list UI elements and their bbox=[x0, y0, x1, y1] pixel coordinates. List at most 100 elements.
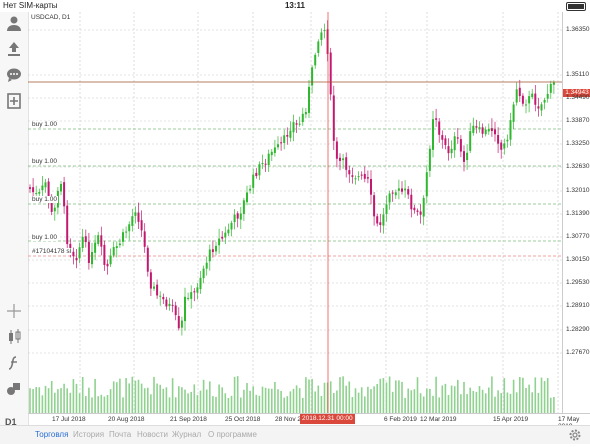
tab-journal[interactable]: Журнал bbox=[172, 430, 201, 439]
date-tick-label: 6 Feb 2019 bbox=[384, 416, 417, 423]
volume-bar bbox=[413, 389, 416, 413]
volume-bar bbox=[466, 394, 468, 413]
volume-bar bbox=[286, 396, 289, 413]
candle-body bbox=[401, 188, 403, 192]
tab-news[interactable]: Новости bbox=[137, 430, 168, 439]
volume-bar bbox=[472, 391, 475, 413]
candle-body bbox=[162, 297, 165, 300]
volume-bar bbox=[543, 381, 546, 413]
tab-trade[interactable]: Торговля bbox=[35, 430, 68, 439]
candle-body bbox=[363, 173, 366, 179]
candle-body bbox=[342, 158, 345, 161]
candle-body bbox=[177, 316, 180, 329]
volume-bar bbox=[106, 394, 109, 413]
candle-body bbox=[41, 185, 44, 191]
candle-body bbox=[193, 291, 196, 293]
volume-bar bbox=[401, 381, 403, 413]
crosshair-icon[interactable] bbox=[4, 302, 24, 320]
tab-mail[interactable]: Почта bbox=[109, 430, 131, 439]
candle-body bbox=[481, 127, 484, 134]
candle-body bbox=[215, 245, 217, 252]
candle-body bbox=[156, 284, 159, 296]
indicators-icon[interactable] bbox=[4, 354, 24, 372]
candle-body bbox=[366, 177, 369, 179]
volume-bar bbox=[184, 389, 186, 413]
candle-body bbox=[236, 213, 239, 219]
chart-type-icon[interactable] bbox=[4, 328, 24, 346]
volume-bar bbox=[128, 383, 130, 413]
bottom-tab-bar: Торговля История Почта Новости Журнал О … bbox=[0, 425, 590, 444]
candle-body bbox=[87, 241, 90, 263]
price-axis: 1.34943 1.36350 1.35110 1.34490 1.33870 1.33… bbox=[562, 12, 590, 413]
candle-body bbox=[187, 297, 190, 299]
volume-bar bbox=[143, 388, 146, 413]
candle-body bbox=[540, 104, 543, 111]
volume-bar bbox=[60, 388, 62, 413]
candle-body bbox=[118, 243, 121, 246]
candle-body bbox=[261, 163, 264, 165]
volume-bar bbox=[168, 397, 171, 413]
candle-body bbox=[478, 127, 481, 129]
volume-bar bbox=[246, 383, 248, 413]
candle-body bbox=[267, 153, 270, 166]
candle-body bbox=[506, 139, 509, 142]
volume-bar bbox=[298, 388, 301, 413]
volume-bar bbox=[481, 389, 484, 413]
gear-icon[interactable] bbox=[568, 428, 582, 442]
volume-bar bbox=[274, 381, 276, 413]
candle-body bbox=[246, 192, 248, 203]
volume-bar bbox=[66, 388, 68, 413]
volume-bar bbox=[432, 395, 434, 413]
chat-icon[interactable] bbox=[4, 66, 24, 84]
candle-body bbox=[109, 255, 112, 265]
volume-bar bbox=[525, 387, 527, 413]
candle-body bbox=[339, 157, 341, 161]
candle-body bbox=[140, 220, 143, 231]
candle-body bbox=[397, 188, 400, 191]
volume-bar bbox=[435, 376, 437, 413]
candle-body bbox=[314, 54, 317, 66]
volume-bar bbox=[255, 394, 258, 413]
volume-bar bbox=[249, 390, 251, 413]
tab-history[interactable]: История bbox=[73, 430, 104, 439]
volume-bar bbox=[97, 396, 99, 413]
candle-body bbox=[146, 247, 149, 272]
candle-body bbox=[168, 303, 171, 307]
candle-body bbox=[450, 148, 453, 154]
candle-body bbox=[66, 205, 69, 245]
volume-bar bbox=[131, 376, 134, 413]
volume-bar bbox=[72, 379, 75, 413]
volume-bar bbox=[212, 396, 214, 413]
objects-icon[interactable] bbox=[4, 380, 24, 398]
trade-icon[interactable] bbox=[4, 40, 24, 58]
candle-body bbox=[552, 82, 555, 85]
candle-body bbox=[249, 188, 252, 191]
candle-body bbox=[308, 86, 310, 113]
candle-body bbox=[432, 119, 434, 150]
account-icon[interactable] bbox=[4, 14, 24, 32]
volume-bar bbox=[522, 377, 524, 413]
candle-body bbox=[112, 247, 115, 256]
chart-symbol-label: USDCAD, D1 bbox=[31, 14, 71, 21]
volume-bar bbox=[416, 377, 419, 413]
candle-body bbox=[360, 174, 363, 176]
volume-bar bbox=[218, 384, 220, 413]
price-chart[interactable] bbox=[28, 12, 562, 413]
candle-body bbox=[103, 244, 106, 265]
volume-bar bbox=[100, 394, 103, 413]
candle-body bbox=[484, 129, 487, 135]
candle-body bbox=[487, 129, 490, 132]
candle-body bbox=[252, 174, 255, 188]
candle-body bbox=[286, 135, 289, 137]
order-line-label: buy 1.00 bbox=[31, 234, 58, 241]
candle-body bbox=[264, 163, 267, 165]
candle-body bbox=[205, 262, 208, 269]
new-order-icon[interactable] bbox=[4, 92, 24, 110]
volume-bar bbox=[258, 395, 261, 413]
volume-bar bbox=[354, 388, 357, 413]
candle-body bbox=[453, 136, 456, 151]
tab-about[interactable]: О программе bbox=[208, 430, 257, 439]
price-tick-label: 1.35110 bbox=[566, 71, 590, 78]
volume-bar bbox=[345, 385, 347, 413]
candle-body bbox=[503, 143, 506, 149]
